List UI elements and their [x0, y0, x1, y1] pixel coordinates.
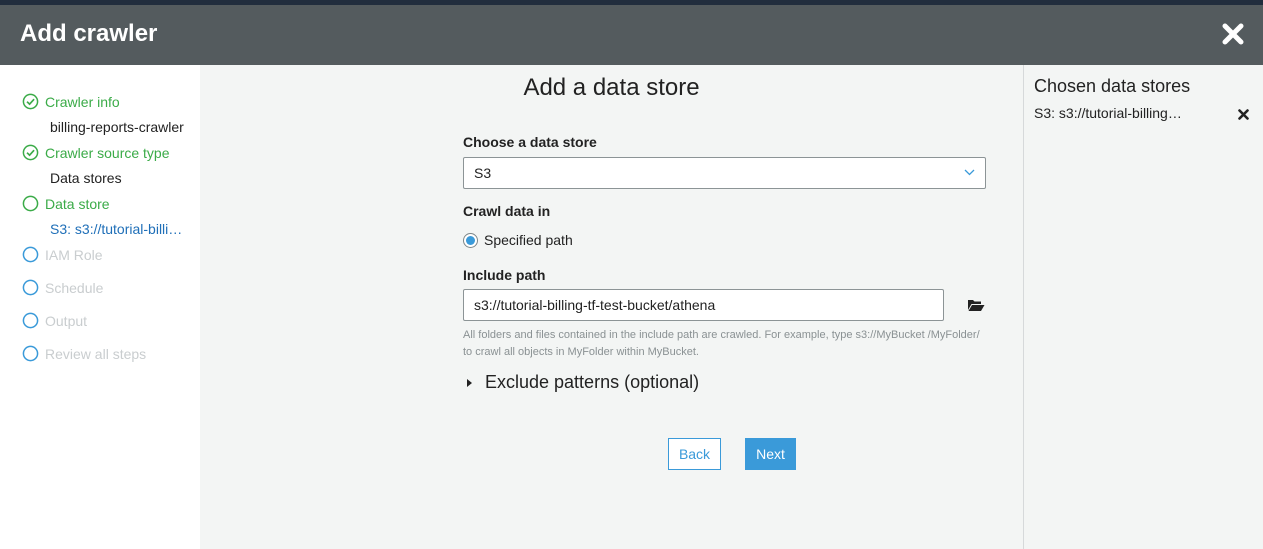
- folder-open-icon: [968, 300, 985, 311]
- check-circle-icon: [22, 144, 39, 161]
- chosen-data-stores-panel: Chosen data stores S3: s3://tutorial-bil…: [1023, 65, 1263, 549]
- specified-path-radio[interactable]: [463, 232, 478, 248]
- crawl-data-label: Crawl data in: [463, 203, 551, 219]
- step-crawler-source-type[interactable]: Crawler source type: [22, 144, 170, 161]
- chosen-data-stores-title: Chosen data stores: [1034, 76, 1191, 96]
- step-label: Review all steps: [45, 345, 147, 362]
- page-title: Add a data store: [523, 74, 700, 101]
- step-label: Output: [45, 312, 88, 329]
- circle-icon: [22, 312, 39, 329]
- chevron-down-icon: [964, 169, 975, 176]
- wizard-steps-sidebar: Crawler info billing-reports-crawler Cra…: [0, 65, 200, 549]
- step-output: Output: [22, 312, 87, 329]
- chosen-data-store-item: S3: s3://tutorial-billing…: [1034, 105, 1182, 121]
- close-icon: [1222, 23, 1244, 45]
- modal-header: Add crawler: [0, 5, 1263, 65]
- specified-path-label: Specified path: [484, 232, 573, 248]
- step-value: billing-reports-crawler: [50, 119, 184, 135]
- step-iam-role: IAM Role: [22, 246, 103, 263]
- remove-data-store-button[interactable]: [1238, 107, 1249, 125]
- step-data-store[interactable]: Data store: [22, 195, 110, 212]
- data-store-select-value: S3: [474, 165, 492, 181]
- include-path-label: Include path: [463, 267, 546, 283]
- step-label: Crawler source type: [45, 144, 170, 161]
- check-circle-icon: [22, 93, 39, 110]
- circle-icon: [22, 246, 39, 263]
- data-store-select[interactable]: S3: [463, 157, 986, 189]
- include-path-help-text: All folders and files contained in the i…: [463, 329, 980, 358]
- main-content: Add a data store Choose a data store S3 …: [200, 65, 1023, 549]
- browse-folder-button[interactable]: [967, 298, 985, 317]
- step-schedule: Schedule: [22, 279, 103, 296]
- specified-path-option[interactable]: Specified path: [463, 232, 573, 248]
- circle-icon: [22, 195, 39, 212]
- back-button[interactable]: Back: [668, 438, 721, 470]
- step-value-link[interactable]: S3: s3://tutorial-billi…: [50, 221, 182, 237]
- step-label: Schedule: [45, 279, 104, 296]
- close-icon: [1238, 109, 1249, 120]
- exclude-patterns-label: Exclude patterns (optional): [485, 372, 700, 392]
- circle-icon: [22, 279, 39, 296]
- include-path-input[interactable]: [463, 289, 944, 321]
- step-crawler-info[interactable]: Crawler info: [22, 93, 120, 110]
- data-store-label: Choose a data store: [463, 134, 597, 150]
- step-label: Data store: [45, 195, 110, 212]
- caret-right-icon: [467, 378, 472, 387]
- step-review-all-steps: Review all steps: [22, 345, 146, 362]
- close-button[interactable]: [1221, 22, 1245, 46]
- next-button[interactable]: Next: [745, 438, 796, 470]
- step-label: Crawler info: [45, 93, 120, 110]
- modal-title: Add crawler: [20, 20, 158, 47]
- step-value: Data stores: [50, 170, 122, 186]
- circle-icon: [22, 345, 39, 362]
- exclude-patterns-toggle[interactable]: Exclude patterns (optional): [467, 372, 699, 393]
- step-label: IAM Role: [45, 246, 103, 263]
